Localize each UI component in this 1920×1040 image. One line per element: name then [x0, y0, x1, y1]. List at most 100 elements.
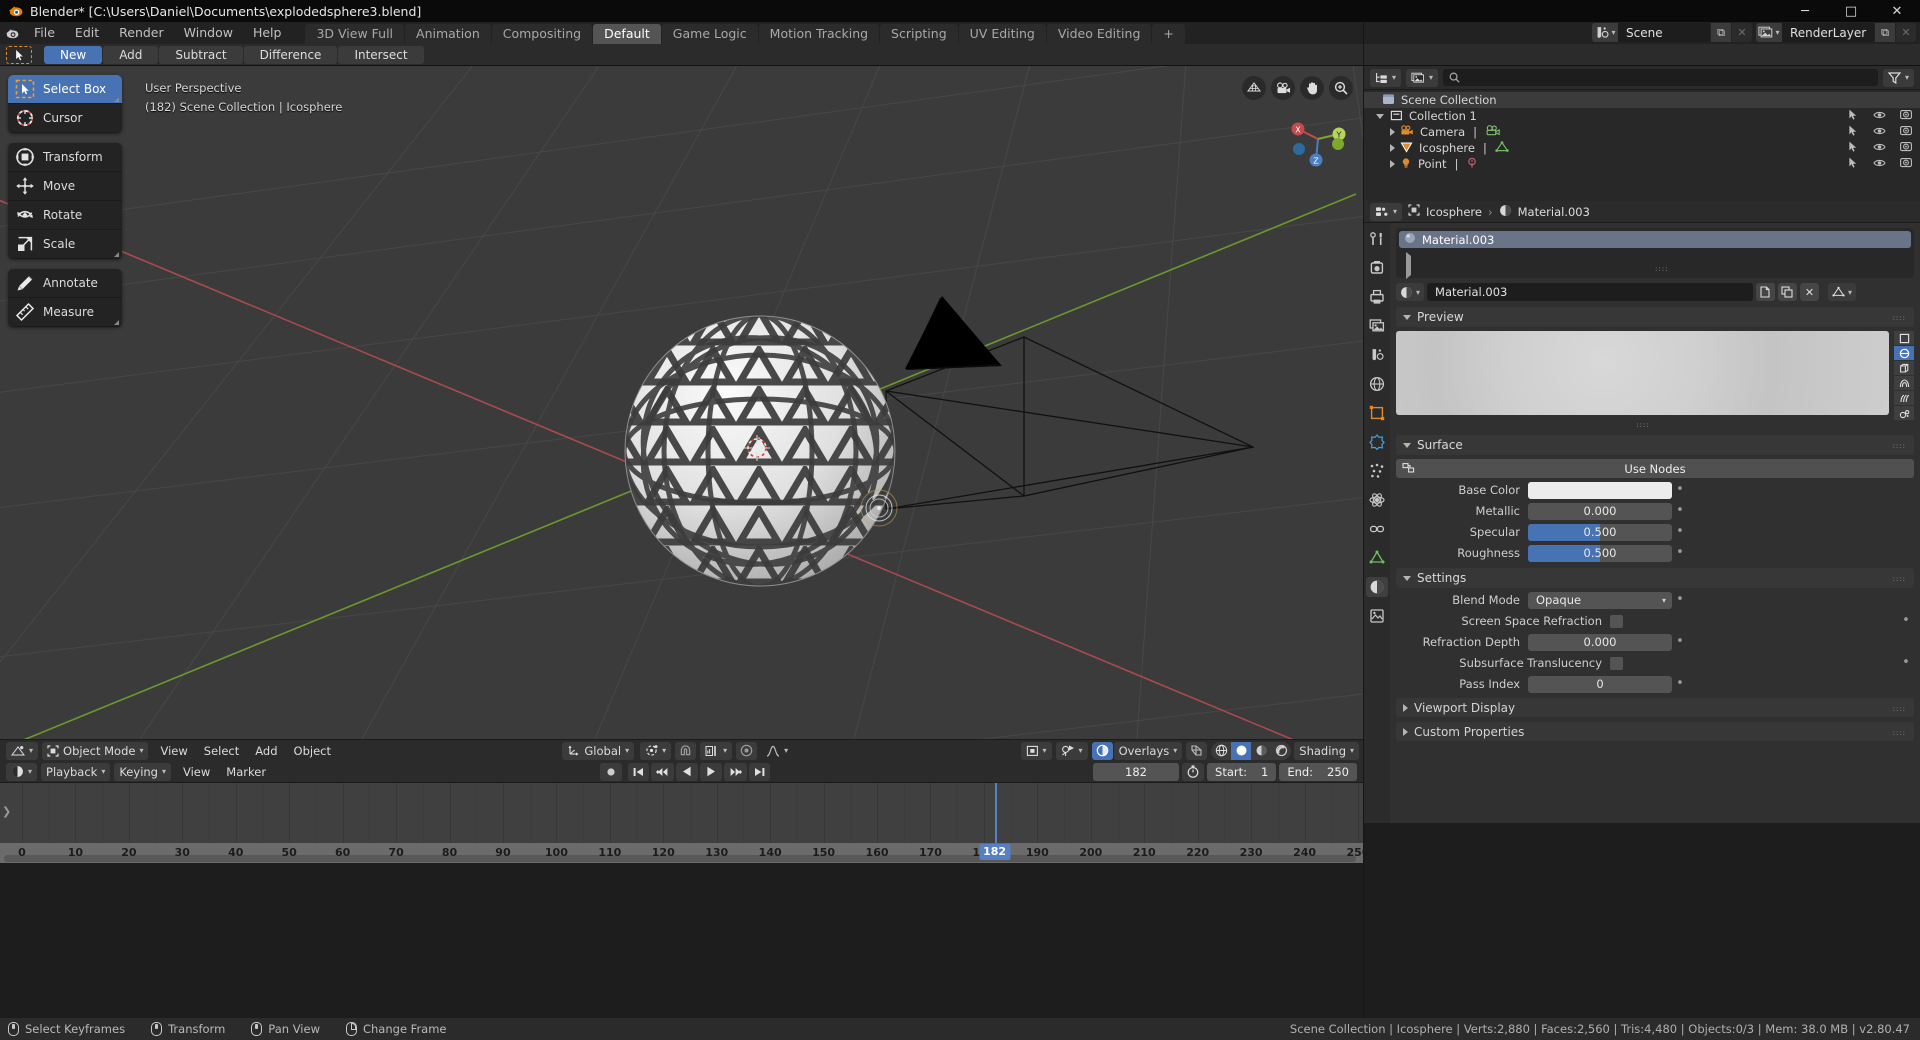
boolean-tab-new[interactable]: New: [44, 45, 103, 64]
animate-dot-icon[interactable]: •: [1672, 635, 1688, 648]
base-color-swatch[interactable]: [1528, 481, 1672, 499]
shading-solid-icon[interactable]: [1231, 741, 1252, 760]
tool-rotate[interactable]: Rotate: [8, 201, 122, 230]
axis-gizmo[interactable]: X Y Z: [1287, 108, 1349, 170]
new-viewlayer-button[interactable]: ⧉: [1874, 23, 1895, 42]
timeline-menu-marker[interactable]: Marker: [218, 763, 274, 781]
animate-dot-icon[interactable]: •: [1672, 677, 1688, 690]
tab-constraints[interactable]: [1366, 519, 1388, 539]
restrict-select-icon[interactable]: [1848, 141, 1859, 155]
screen-space-refraction-checkbox[interactable]: [1610, 614, 1623, 628]
timeline-ruler[interactable]: 0 10 20 30 40 50 60 70 80 90 100 110 120 130 140 150 160…: [0, 843, 1369, 863]
subsurface-translucency-checkbox[interactable]: [1610, 656, 1623, 670]
flat-icon[interactable]: [1894, 331, 1914, 345]
editor-type-icon[interactable]: ▾: [6, 741, 39, 760]
workspace-tab-scripting[interactable]: Scripting: [880, 24, 958, 44]
animate-dot-icon[interactable]: •: [1898, 614, 1914, 627]
viewport-menu-object[interactable]: Object: [286, 742, 339, 760]
object-types-icon[interactable]: ▾: [1020, 741, 1052, 760]
restrict-view-icon[interactable]: [1873, 141, 1886, 155]
transform-orientation-selector[interactable]: Global ▾: [562, 741, 635, 760]
scene-name[interactable]: Scene: [1618, 23, 1710, 42]
snap-increment-icon[interactable]: ▾: [700, 741, 733, 760]
outliner-editor-type-icon[interactable]: ▾: [1370, 68, 1402, 87]
close-button[interactable]: ✕: [1874, 0, 1920, 22]
tab-view-layer[interactable]: [1366, 316, 1388, 336]
workspace-tab-video-editing[interactable]: Video Editing: [1046, 24, 1152, 44]
preview-resize-grip-icon[interactable]: ::::: [1396, 421, 1890, 429]
outliner-row-camera[interactable]: Camera |: [1364, 124, 1920, 140]
timeline-track-area[interactable]: ❯: [0, 783, 1363, 843]
workspace-tab-motion-tracking[interactable]: Motion Tracking: [758, 24, 880, 44]
panel-header-preview[interactable]: Preview ::::: [1396, 307, 1914, 327]
zoom-icon[interactable]: [1329, 76, 1353, 100]
outliner-display-mode-icon[interactable]: ▾: [1406, 68, 1439, 87]
tool-select-box[interactable]: Select Box: [8, 75, 122, 104]
pivot-icon[interactable]: ▾: [640, 741, 672, 760]
panel-grip-icon[interactable]: ::::: [1893, 729, 1906, 737]
restrict-view-icon[interactable]: [1873, 157, 1886, 171]
chevron-right-icon[interactable]: [1390, 128, 1395, 136]
scene-selector[interactable]: ▾ Scene ⧉ ✕: [1592, 23, 1752, 42]
restrict-select-icon[interactable]: [1848, 157, 1859, 171]
overlays-dropdown[interactable]: Overlays ▾: [1113, 741, 1183, 760]
tab-world[interactable]: [1366, 374, 1388, 394]
boolean-tab-add[interactable]: Add: [103, 45, 159, 64]
restrict-render-icon[interactable]: [1900, 157, 1912, 171]
menu-render[interactable]: Render: [109, 22, 174, 44]
shading-dropdown[interactable]: Shading ▾: [1294, 741, 1360, 760]
boolean-tab-subtract[interactable]: Subtract: [159, 45, 243, 64]
animate-dot-icon[interactable]: •: [1672, 546, 1688, 559]
metallic-field[interactable]: 0.000: [1528, 502, 1672, 520]
light-data-icon[interactable]: [1466, 157, 1478, 172]
unlink-material-button[interactable]: ✕: [1799, 283, 1819, 301]
timeline-playhead-label[interactable]: 182: [979, 844, 1011, 860]
viewlayer-name[interactable]: RenderLayer: [1782, 23, 1874, 42]
tab-physics[interactable]: [1366, 490, 1388, 510]
use-nodes-button[interactable]: Use Nodes: [1396, 459, 1914, 478]
menu-window[interactable]: Window: [174, 22, 243, 44]
restrict-render-icon[interactable]: [1900, 141, 1912, 155]
current-frame-field[interactable]: 182: [1093, 762, 1180, 781]
pass-index-field[interactable]: 0: [1528, 675, 1672, 693]
tool-measure[interactable]: Measure: [8, 298, 122, 327]
outliner-row-point[interactable]: Point |: [1364, 156, 1920, 172]
cursor-arrow-icon[interactable]: [6, 45, 32, 64]
gizmo-icon[interactable]: ▾: [1055, 741, 1088, 760]
menu-file[interactable]: File: [24, 22, 65, 44]
menu-help[interactable]: Help: [243, 22, 292, 44]
remove-scene-button[interactable]: ✕: [1731, 23, 1752, 42]
workspace-tab-3d-view-full[interactable]: 3D View Full: [305, 24, 405, 44]
workspace-tab-uv-editing[interactable]: UV Editing: [958, 24, 1046, 44]
proportional-edit-icon[interactable]: [736, 741, 758, 760]
tab-material[interactable]: [1366, 577, 1388, 597]
new-scene-button[interactable]: ⧉: [1710, 23, 1731, 42]
mesh-data-icon[interactable]: [1495, 140, 1509, 156]
tab-render[interactable]: [1366, 258, 1388, 278]
restrict-select-icon[interactable]: [1848, 125, 1859, 139]
auto-key-icon[interactable]: [1182, 762, 1205, 781]
tab-texture[interactable]: [1366, 606, 1388, 626]
restrict-view-icon[interactable]: [1873, 125, 1886, 139]
timeline-menu-keying[interactable]: Keying ▾: [114, 762, 171, 781]
camera-data-icon[interactable]: [1485, 125, 1501, 139]
tab-scene[interactable]: [1366, 345, 1388, 365]
restrict-render-icon[interactable]: [1900, 109, 1912, 123]
prev-keyframe-icon[interactable]: [651, 762, 674, 781]
panel-grip-icon[interactable]: ::::: [1893, 705, 1906, 713]
restrict-select-icon[interactable]: [1848, 109, 1859, 123]
viewport-menu-select[interactable]: Select: [196, 742, 247, 760]
panel-header-settings[interactable]: Settings ::::: [1396, 568, 1914, 588]
scene-icon[interactable]: ▾: [1592, 23, 1618, 42]
next-keyframe-icon[interactable]: [724, 762, 747, 781]
copy-material-icon[interactable]: [1777, 283, 1797, 301]
restrict-view-icon[interactable]: [1873, 109, 1886, 123]
maximize-button[interactable]: □: [1828, 0, 1874, 22]
restrict-render-icon[interactable]: [1900, 125, 1912, 139]
magnet-icon[interactable]: [675, 741, 697, 760]
xray-icon[interactable]: [1186, 741, 1208, 760]
tool-transform[interactable]: Transform: [8, 143, 122, 172]
timeline-menu-playback[interactable]: Playback ▾: [41, 762, 111, 781]
tab-object[interactable]: [1366, 403, 1388, 423]
cube-icon[interactable]: [1894, 361, 1914, 375]
